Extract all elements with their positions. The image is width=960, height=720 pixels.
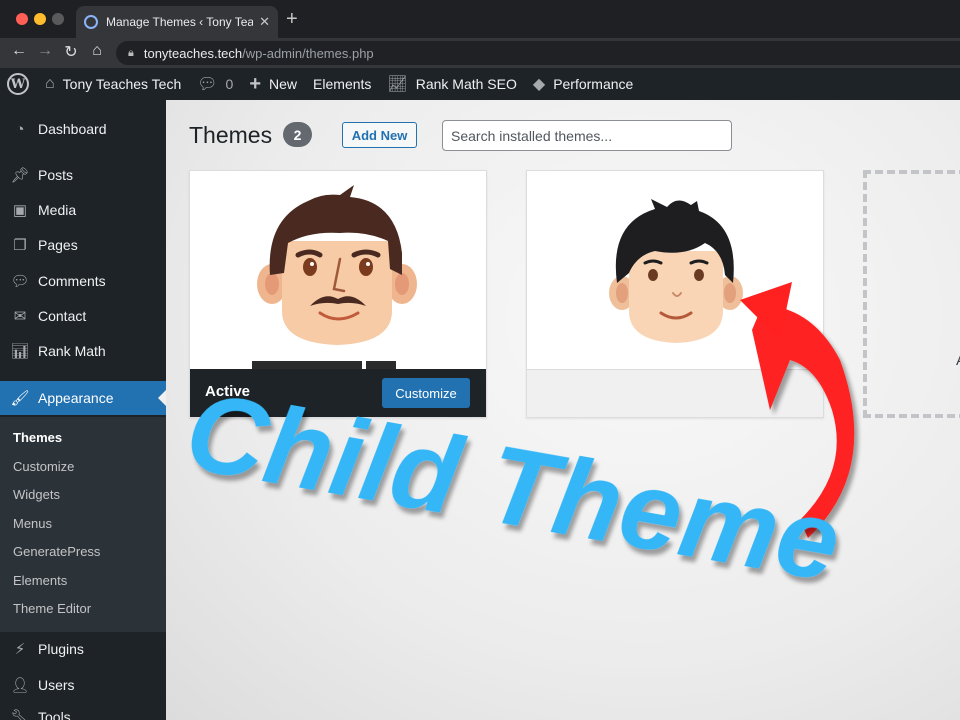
comments-link[interactable]: 💬︎ 0 <box>189 68 241 100</box>
rank-math-label: Rank Math SEO <box>415 76 517 92</box>
site-name-link[interactable]: ⌂ Tony Teaches Tech <box>37 68 189 100</box>
sidebar-item-pages[interactable]: ❐ Pages <box>0 228 166 262</box>
wordpress-icon: W <box>7 73 29 95</box>
cube-icon: ◆ <box>532 76 546 93</box>
sidebar-item-plugins[interactable]: ⚡︎ Plugins <box>0 632 166 666</box>
close-window-button[interactable] <box>16 13 28 25</box>
sidebar-item-label: Users <box>38 677 75 693</box>
sidebar-item-contact[interactable]: ✉ Contact <box>0 299 166 333</box>
browser-tab[interactable]: Manage Themes ‹ Tony Teache ✕ <box>76 6 278 38</box>
browser-tab-bar: Manage Themes ‹ Tony Teache ✕ + <box>0 0 960 38</box>
admin-sidebar: ◔ Dashboard 📌︎ Posts ▣ Media ❐ Pages 💬︎ … <box>0 100 166 720</box>
dashboard-icon: ◔ <box>15 120 25 138</box>
submenu-elements[interactable]: Elements <box>13 573 67 588</box>
current-menu-arrow <box>158 390 166 406</box>
elements-link[interactable]: Elements <box>305 68 379 100</box>
customize-button[interactable]: Customize <box>382 378 470 408</box>
sidebar-item-appearance[interactable]: 🖌︎ Appearance <box>0 381 166 415</box>
forward-arrow-icon[interactable]: → <box>34 42 56 60</box>
theme-screenshot-man-face <box>190 171 486 369</box>
sidebar-item-label: Pages <box>38 237 78 253</box>
sidebar-item-label: Contact <box>38 308 87 324</box>
performance-link[interactable]: ◆ Performance <box>525 68 641 100</box>
pages-icon: ❐ <box>13 237 27 254</box>
submenu-menus[interactable]: Menus <box>13 516 52 531</box>
minimize-window-button[interactable] <box>34 13 46 25</box>
sidebar-item-label: Media <box>38 202 77 218</box>
sidebar-item-label: Plugins <box>38 641 84 657</box>
new-content-link[interactable]: + New <box>241 68 305 100</box>
submenu-widgets[interactable]: Widgets <box>13 487 60 502</box>
active-label: Active <box>205 383 251 400</box>
page-title: Themes <box>189 122 273 148</box>
user-icon: 👤︎ <box>10 677 30 694</box>
submenu-generatepress[interactable]: GeneratePress <box>13 544 100 559</box>
maximize-window-button[interactable] <box>52 13 64 25</box>
reload-icon[interactable]: ↻ <box>60 42 82 62</box>
new-tab-button[interactable]: + <box>286 8 298 31</box>
performance-label: Performance <box>553 76 634 92</box>
wordpress-logo-button[interactable]: W <box>0 68 37 100</box>
comment-icon: 💬︎ <box>10 273 30 290</box>
search-themes-input[interactable] <box>442 120 732 151</box>
active-theme-bar: Active Customize <box>190 369 486 417</box>
submenu-theme-editor[interactable]: Theme Editor <box>13 601 91 616</box>
wrench-icon: 🔧︎ <box>10 709 30 720</box>
sidebar-item-users[interactable]: 👤︎ Users <box>0 668 166 702</box>
sidebar-item-comments[interactable]: 💬︎ Comments <box>0 264 166 298</box>
house-icon: ⌂ <box>45 75 55 92</box>
envelope-icon: ✉ <box>13 308 27 325</box>
comment-count: 0 <box>225 76 234 92</box>
media-icon: ▣ <box>12 202 28 219</box>
wp-admin-bar: W ⌂ Tony Teaches Tech 💬︎ 0 + New Element… <box>0 68 960 100</box>
home-icon[interactable]: ⌂ <box>86 42 108 60</box>
add-new-theme-tile[interactable]: A <box>863 170 960 418</box>
sidebar-item-dashboard[interactable]: ◔ Dashboard <box>0 112 166 146</box>
tab-title: Manage Themes ‹ Tony Teache <box>106 15 254 29</box>
sidebar-item-posts[interactable]: 📌︎ Posts <box>0 158 166 192</box>
sidebar-item-label: Appearance <box>38 390 114 406</box>
browser-toolbar: ← → ↻ ⌂ 🔒︎ tonyteaches.tech/wp-admin/the… <box>0 38 960 68</box>
close-icon[interactable]: ✕ <box>259 14 270 30</box>
url-domain: tonyteaches.tech <box>143 45 243 61</box>
themes-main-content: Themes 2 Add New Active Customize <box>166 100 960 720</box>
chart-icon: 📊︎ <box>10 343 30 360</box>
rank-math-seo-link[interactable]: 📈︎ Rank Math SEO <box>379 68 524 100</box>
plus-icon: + <box>249 72 262 95</box>
add-theme-partial-label: A <box>956 352 960 369</box>
theme-count-badge: 2 <box>283 122 312 147</box>
sidebar-item-label: Comments <box>38 273 106 289</box>
theme-card-child[interactable] <box>526 170 824 418</box>
address-bar[interactable]: 🔒︎ tonyteaches.tech/wp-admin/themes.php <box>116 41 960 65</box>
appearance-submenu: Themes Customize Widgets Menus GenerateP… <box>0 417 166 632</box>
sidebar-item-label: Rank Math <box>38 343 106 359</box>
site-name: Tony Teaches Tech <box>62 76 182 92</box>
chart-icon: 📈︎ <box>387 76 408 93</box>
submenu-customize[interactable]: Customize <box>13 459 74 474</box>
add-new-button[interactable]: Add New <box>342 122 417 148</box>
submenu-themes[interactable]: Themes <box>13 430 62 445</box>
sidebar-item-rank-math[interactable]: 📊︎ Rank Math <box>0 334 166 368</box>
sidebar-item-media[interactable]: ▣ Media <box>0 193 166 227</box>
lock-icon: 🔒︎ <box>128 46 134 59</box>
comment-icon: 💬︎ <box>197 76 218 93</box>
elements-label: Elements <box>313 76 372 92</box>
sidebar-item-label: Posts <box>38 167 74 183</box>
url-path: /wp-admin/themes.php <box>242 45 374 61</box>
theme-screenshot-boy-face <box>527 171 823 369</box>
theme-card-active[interactable]: Active Customize <box>189 170 487 418</box>
sidebar-item-label: Dashboard <box>38 121 107 137</box>
sidebar-item-tools[interactable]: 🔧︎ Tools <box>0 700 166 720</box>
back-arrow-icon[interactable]: ← <box>8 42 30 60</box>
theme-name-bar <box>527 369 823 417</box>
globe-icon <box>84 15 98 29</box>
new-label: New <box>269 76 298 92</box>
sidebar-item-label: Tools <box>38 709 71 720</box>
pushpin-icon: 📌︎ <box>10 167 30 184</box>
plug-icon: ⚡︎ <box>14 641 26 658</box>
paintbrush-icon: 🖌︎ <box>10 390 30 407</box>
